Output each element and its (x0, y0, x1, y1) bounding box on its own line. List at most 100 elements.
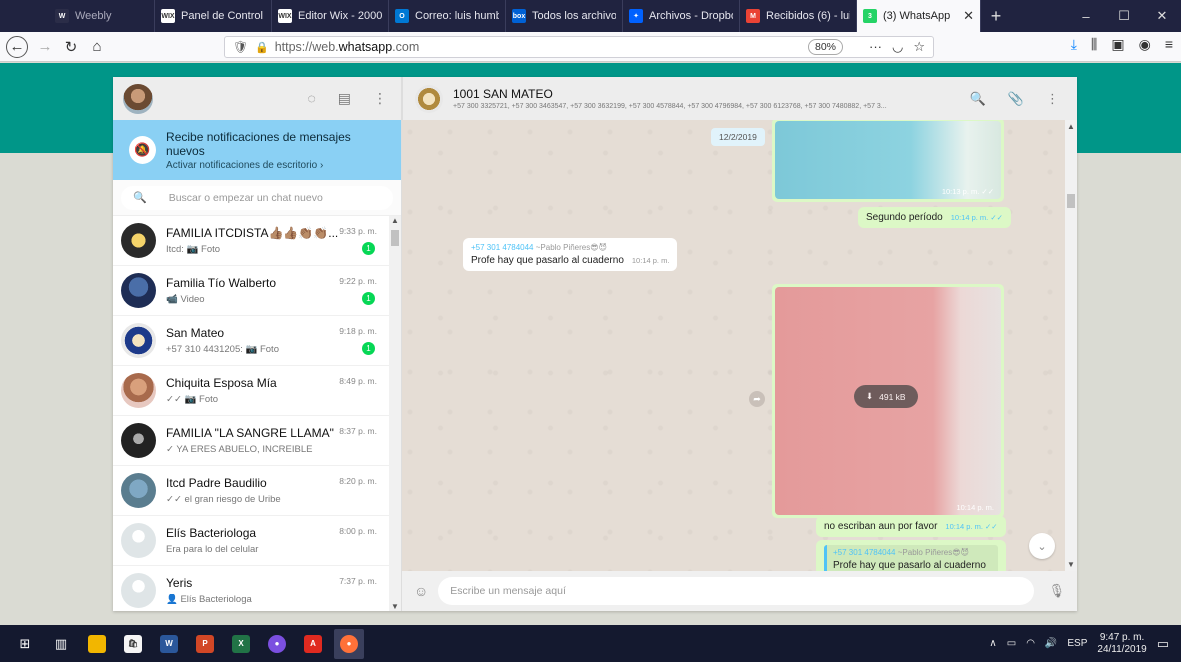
zoom-level[interactable]: 80% (808, 39, 844, 55)
new-tab-button[interactable]: + (981, 0, 1011, 32)
firefox-icon[interactable]: ● (334, 628, 364, 659)
outgoing-message[interactable]: no escriban aun por favor 10:14 p. m. ✓✓ (816, 516, 1006, 537)
maximize-button[interactable]: ☐ (1105, 0, 1143, 32)
home-button[interactable]: ⌂ (84, 34, 110, 60)
bookmark-star-icon[interactable]: ☆ (913, 39, 925, 55)
chat-time: 8:00 p. m. (339, 526, 377, 536)
library-icon[interactable]: ⫼ (1091, 36, 1097, 53)
chat-list-item[interactable]: San Mateo +57 310 4431205: 📷 Foto 9:18 p. … (113, 316, 401, 366)
status-icon[interactable]: ◌ (307, 90, 315, 107)
tab-label: Editor Wix - 2000 (298, 10, 382, 22)
scroll-up-arrow[interactable]: ▲ (1067, 122, 1075, 131)
chat-list-item[interactable]: Elís Bacteriologa Era para lo del celular… (113, 516, 401, 566)
browser-tab[interactable]: box Todos los archivos (506, 0, 623, 32)
chat-list-item[interactable]: Itcd Padre Baudilio ✓✓ el gran riesgo de … (113, 466, 401, 516)
browser-tab[interactable]: WIX Editor Wix - 2000 (272, 0, 389, 32)
browser-tab[interactable]: 3 (3) WhatsApp ✕ (857, 0, 981, 32)
enable-notifications-link[interactable]: Activar notificaciones de escritorio › (166, 160, 385, 171)
sidebar-icon[interactable]: ▣ (1111, 36, 1124, 53)
chat-list-item[interactable]: Familia Tío Walberto 📹 Video 9:22 p. m. 1 (113, 266, 401, 316)
download-button[interactable]: ⬇ 491 kB (854, 385, 918, 408)
minimize-button[interactable]: – (1067, 0, 1105, 32)
notifications-icon[interactable]: ▭ (1157, 636, 1169, 652)
close-window-button[interactable]: ✕ (1143, 0, 1181, 32)
message-time: 10:14 p. m. ✓✓ (950, 213, 1003, 222)
shield-icon[interactable]: 🛡 (233, 40, 248, 54)
outgoing-message[interactable]: Segundo período 10:14 p. m. ✓✓ (858, 207, 1011, 228)
powerpoint-icon[interactable]: P (190, 629, 220, 659)
forward-icon[interactable]: ➦ (749, 391, 765, 407)
word-icon[interactable]: W (154, 629, 184, 659)
maps-icon[interactable]: ● (262, 629, 292, 659)
close-tab-icon[interactable]: ✕ (963, 8, 974, 24)
message-time: 10:13 p. m. ✓✓ (941, 187, 994, 196)
incoming-message[interactable]: +57 301 4784044 ~Pablo Piñeres😎😈 Profe h… (463, 238, 678, 271)
scroll-to-bottom-button[interactable]: ⌄ (1029, 533, 1055, 559)
file-explorer-icon[interactable] (82, 629, 112, 659)
menu-dots-icon[interactable]: ⋮ (373, 90, 387, 107)
conversation-menu-icon[interactable]: ⋮ (1046, 91, 1059, 107)
excel-icon[interactable]: X (226, 629, 256, 659)
chat-list-scrollbar[interactable]: ▲ ▼ (389, 216, 401, 611)
chat-list-item[interactable]: FAMILIA ITCDISTA👍🏽👍🏽👏🏽👏🏽... Itcd: 📷 Foto 9… (113, 216, 401, 266)
chat-list-item[interactable]: Yeris 👤 Elís Bacteriologa 7:37 p. m. (113, 566, 401, 611)
notification-banner[interactable]: 🔕 Recibe notificaciones de mensajes nuev… (113, 120, 401, 180)
url-text: https://web.whatsapp.com (274, 40, 420, 54)
unread-badge: 1 (362, 292, 375, 305)
browser-tab[interactable]: WIX Panel de Control | (155, 0, 272, 32)
scroll-thumb[interactable] (1067, 194, 1075, 208)
attach-icon[interactable]: 📎 (1008, 91, 1024, 107)
more-actions-icon[interactable]: ··· (869, 39, 882, 55)
pocket-icon[interactable]: ◡ (892, 39, 903, 55)
my-avatar[interactable] (123, 83, 153, 114)
chat-time: 7:37 p. m. (339, 576, 377, 586)
menu-icon[interactable]: ≡ (1165, 36, 1173, 53)
battery-icon[interactable]: ▭ (1007, 638, 1016, 649)
message-placeholder: Escribe un mensaje aquí (450, 585, 566, 597)
browser-tab[interactable]: W Weebly (0, 0, 155, 32)
reload-button[interactable]: ↻ (58, 34, 84, 60)
scroll-up-arrow[interactable]: ▲ (391, 216, 399, 225)
clock[interactable]: 9:47 p. m. 24/11/2019 (1097, 632, 1146, 656)
scroll-thumb[interactable] (391, 230, 399, 246)
wifi-icon[interactable]: ◠ (1026, 638, 1035, 649)
emoji-icon[interactable]: ☺ (414, 583, 428, 599)
browser-tab[interactable]: ✦ Archivos - Dropbo (623, 0, 740, 32)
chat-list-item[interactable]: Chiquita Esposa Mía ✓✓ 📷 Foto 8:49 p. m. (113, 366, 401, 416)
tab-label: (3) WhatsApp (883, 10, 951, 22)
address-bar[interactable]: 🛡 🔒 https://web.whatsapp.com 80% ··· ◡ ☆ (224, 36, 934, 58)
download-icon[interactable]: ⤓ (1071, 36, 1077, 53)
message-input[interactable]: Escribe un mensaje aquí (438, 577, 1035, 605)
group-avatar[interactable] (415, 84, 443, 113)
search-input[interactable]: 🔍 Buscar o empezar un chat nuevo (121, 185, 393, 210)
start-windows-icon[interactable]: ⊞ (10, 629, 40, 659)
conversation-scrollbar[interactable]: ▲ ▼ (1065, 120, 1077, 571)
back-button[interactable]: ← (6, 35, 28, 58)
chat-avatar (121, 323, 156, 358)
forward-button[interactable]: → (32, 34, 58, 60)
new-chat-icon[interactable]: ▤ (338, 90, 351, 107)
browser-tab[interactable]: O Correo: luis humb (389, 0, 506, 32)
reply-message[interactable]: +57 301 4784044 ~Pablo Piñeres😎😈 Profe h… (816, 540, 1006, 571)
scroll-down-arrow[interactable]: ▼ (391, 602, 399, 611)
image-message[interactable]: 10:13 p. m. ✓✓ (772, 120, 1004, 202)
acrobat-icon[interactable]: A (298, 629, 328, 659)
browser-tab[interactable]: M Recibidos (6) - lui (740, 0, 857, 32)
message-text: no escriban aun por favor (824, 521, 938, 532)
group-members: +57 300 3325721, +57 300 3463547, +57 30… (453, 103, 887, 110)
chat-list-item[interactable]: FAMILIA "LA SANGRE LLAMA" ✓ YA ERES ABUEL… (113, 416, 401, 466)
scroll-down-arrow[interactable]: ▼ (1067, 560, 1075, 569)
conversation-header[interactable]: 1001 SAN MATEO +57 300 3325721, +57 300 … (402, 77, 1077, 120)
account-icon[interactable]: ◉ (1139, 36, 1151, 53)
language-indicator[interactable]: ESP (1067, 638, 1087, 649)
task-view-icon[interactable]: ▥ (46, 629, 76, 659)
volume-icon[interactable]: 🔊 (1045, 638, 1057, 649)
quoted-text: Profe hay que pasarlo al cuaderno (833, 560, 986, 571)
microphone-icon[interactable]: 🎙 (1048, 583, 1065, 599)
show-hidden-icons[interactable]: ∧ (989, 638, 996, 649)
search-messages-icon[interactable]: 🔍 (970, 91, 986, 107)
store-icon[interactable]: 🛍 (118, 629, 148, 659)
lock-icon[interactable]: 🔒 (255, 41, 269, 54)
webpage: ◌ ▤ ⋮ 🔕 Recibe notificaciones de mensaje… (0, 63, 1181, 625)
image-message[interactable]: ⬇ 491 kB 10:14 p. m. (772, 284, 1004, 518)
